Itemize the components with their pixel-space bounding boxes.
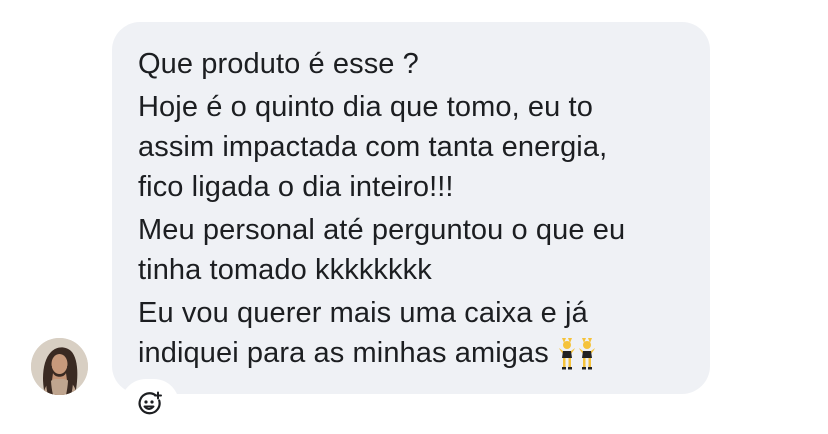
- message-line: tinha tomado kkkkkkkk: [138, 254, 432, 286]
- message-line-last: indiquei para as minhas amigas: [138, 333, 700, 381]
- message-line: Que produto é esse ?: [138, 48, 419, 80]
- message-line: Eu vou querer mais uma caixa e já: [138, 297, 588, 329]
- message-line: assim impactada com tanta energia,: [138, 131, 608, 163]
- add-reaction-icon: [138, 391, 162, 415]
- add-reaction-button[interactable]: [121, 379, 179, 429]
- user-avatar-icon: [31, 338, 88, 395]
- sender-avatar[interactable]: [31, 338, 88, 395]
- message-thread: Que produto é esse ? Hoje é o quinto dia…: [0, 0, 828, 434]
- dancing-women-icon: [557, 336, 597, 381]
- message-bubble[interactable]: Que produto é esse ? Hoje é o quinto dia…: [112, 22, 710, 394]
- message-line: Meu personal até perguntou o que eu: [138, 214, 626, 246]
- message-line-text: indiquei para as minhas amigas: [138, 337, 549, 369]
- message-line: fico ligada o dia inteiro!!!: [138, 171, 454, 203]
- message-line: Hoje é o quinto dia que tomo, eu to: [138, 91, 593, 123]
